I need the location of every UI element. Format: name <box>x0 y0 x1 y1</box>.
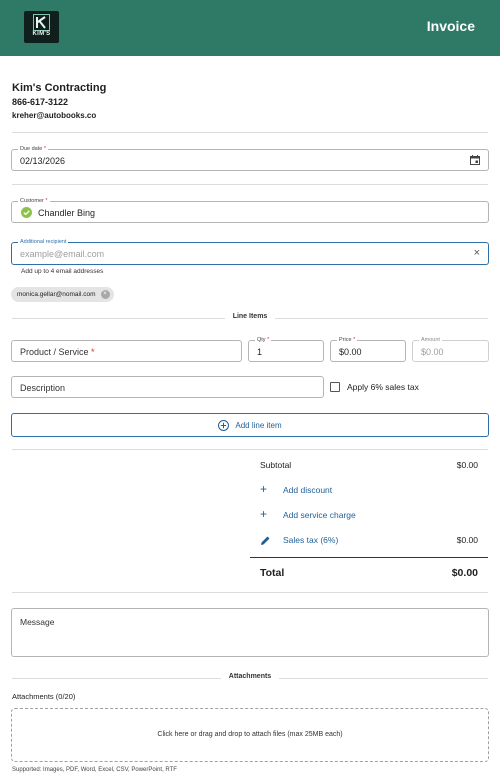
dropzone-text: Click here or drag and drop to attach fi… <box>157 731 343 738</box>
divider <box>12 449 488 450</box>
subtotal-value: $0.00 <box>456 460 478 470</box>
recipient-chip-label: monica.gellar@nomail.com <box>17 291 96 298</box>
check-circle-icon <box>21 207 32 218</box>
description-field[interactable]: Description <box>11 376 324 398</box>
attachments-count: Attachments (0/20) <box>12 692 76 701</box>
attachment-dropzone[interactable]: Click here or drag and drop to attach fi… <box>11 708 489 762</box>
message-placeholder: Message <box>20 617 55 627</box>
total-label: Total <box>260 567 285 579</box>
business-phone: 866-617-3122 <box>12 97 69 107</box>
message-textarea[interactable]: Message <box>11 608 489 657</box>
customer-field[interactable]: Customer * Chandler Bing <box>11 197 489 223</box>
supported-formats-text: Supported: Images, PDF, Word, Excel, CSV… <box>12 767 177 773</box>
attachments-heading-text: Attachments <box>220 673 280 680</box>
due-date-field[interactable]: Due date * 02/13/2026 <box>11 145 489 171</box>
price-value: $0.00 <box>339 347 362 357</box>
divider <box>12 592 488 593</box>
amount-label: Amount <box>419 336 442 344</box>
additional-recipient-placeholder: example@email.com <box>20 249 105 259</box>
recipient-chip[interactable]: monica.gellar@nomail.com × <box>11 287 114 302</box>
page-title: Invoice <box>426 18 475 34</box>
plus-icon[interactable]: + <box>260 483 267 495</box>
customer-value: Chandler Bing <box>38 208 96 218</box>
recipient-helper-text: Add up to 4 email addresses <box>21 268 104 275</box>
add-service-charge-link[interactable]: Add service charge <box>283 510 356 520</box>
add-line-item-button[interactable]: Add line item <box>11 413 489 437</box>
company-logo: KIM'S <box>24 11 59 43</box>
qty-value: 1 <box>257 347 263 357</box>
add-circle-icon <box>218 419 230 431</box>
qty-field[interactable]: Qty * 1 <box>248 336 324 362</box>
product-service-placeholder: Product / Service <box>20 347 89 357</box>
pencil-icon[interactable] <box>260 535 271 546</box>
additional-recipient-field[interactable]: Additional recipient example@email.com × <box>11 238 489 265</box>
description-placeholder: Description <box>20 383 66 393</box>
subtotal-label: Subtotal <box>260 460 292 470</box>
sales-tax-value: $0.00 <box>456 535 478 545</box>
divider <box>12 184 488 185</box>
business-name: Kim's Contracting <box>12 82 107 94</box>
attachments-heading: Attachments <box>0 673 500 680</box>
logo-k-icon <box>33 14 50 31</box>
business-email: kreher@autobooks.co <box>12 111 97 120</box>
sales-tax-checkbox-label: Apply 6% sales tax <box>347 382 419 392</box>
total-value: $0.00 <box>451 567 478 579</box>
sales-tax-link[interactable]: Sales tax (6%) <box>283 535 338 545</box>
line-items-heading-text: Line Items <box>224 313 276 320</box>
divider <box>12 132 488 133</box>
add-discount-link[interactable]: Add discount <box>283 485 332 495</box>
add-line-item-label: Add line item <box>235 420 282 430</box>
price-field[interactable]: Price * $0.00 <box>330 336 406 362</box>
customer-label: Customer <box>20 198 44 204</box>
clear-icon[interactable]: × <box>474 247 480 259</box>
amount-placeholder: $0.00 <box>421 347 444 357</box>
due-date-value: 02/13/2026 <box>20 156 66 166</box>
sales-tax-checkbox[interactable] <box>330 382 340 392</box>
logo-text: KIM'S <box>32 31 51 37</box>
due-date-label: Due date <box>20 146 43 152</box>
qty-label: Qty <box>257 337 266 343</box>
line-items-heading: Line Items <box>0 313 500 320</box>
calendar-icon[interactable] <box>470 155 480 165</box>
price-label: Price <box>339 337 352 343</box>
total-separator <box>250 557 488 558</box>
amount-field: Amount $0.00 <box>412 336 489 362</box>
app-header: KIM'S Invoice <box>0 0 500 56</box>
additional-recipient-label: Additional recipient <box>18 238 69 246</box>
product-service-field[interactable]: Product / Service * <box>11 340 242 362</box>
remove-chip-icon[interactable]: × <box>100 290 110 299</box>
plus-icon[interactable]: + <box>260 508 267 520</box>
